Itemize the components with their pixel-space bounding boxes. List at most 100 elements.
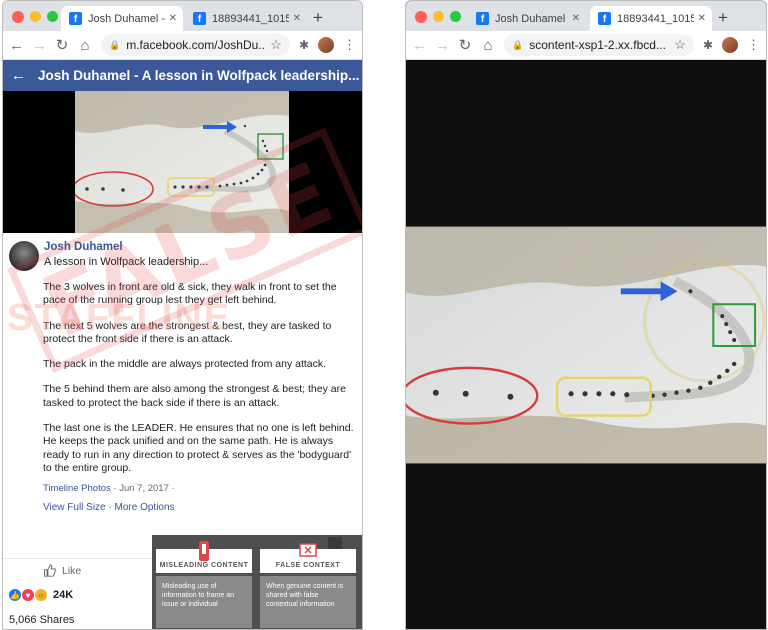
bookmark-star-icon[interactable]: ☆ bbox=[674, 37, 686, 53]
like-button[interactable]: Like bbox=[43, 564, 81, 577]
wolfpack-photo-large[interactable] bbox=[406, 226, 766, 464]
wolfpack-photo[interactable] bbox=[75, 91, 289, 233]
facebook-favicon-icon: f bbox=[193, 12, 206, 25]
zoom-window-button[interactable] bbox=[450, 11, 461, 22]
post-body: Josh Duhamel A lesson in Wolfpack leader… bbox=[3, 233, 362, 513]
lock-icon: 🔒 bbox=[109, 39, 121, 50]
misinformation-legend: MISLEADING CONTENT Misleading use of inf… bbox=[152, 535, 362, 629]
legend-card-description: When genuine content is shared with fals… bbox=[260, 576, 356, 628]
menu-icon[interactable]: ⋮ bbox=[343, 37, 356, 53]
tab-strip: f Josh Duhamel - A ✕ f 18893441_10154 ✕ … bbox=[3, 1, 362, 31]
close-tab-icon[interactable]: ✕ bbox=[293, 13, 301, 24]
minimize-window-button[interactable] bbox=[30, 11, 41, 22]
close-window-button[interactable] bbox=[415, 11, 427, 23]
post-date[interactable]: Jun 7, 2017 bbox=[119, 483, 169, 494]
post-meta: Timeline Photos · Jun 7, 2017 · bbox=[43, 483, 354, 494]
post-header-title: Josh Duhamel - A lesson in Wolfpack lead… bbox=[38, 68, 362, 83]
reactions-summary[interactable]: 👍 ♥ ○ 24K bbox=[9, 589, 73, 601]
home-icon[interactable]: ⌂ bbox=[481, 37, 495, 54]
post-paragraph: The 3 wolves in front are old & sick, th… bbox=[43, 281, 337, 307]
meta-separator: · bbox=[110, 483, 120, 495]
address-bar[interactable]: 🔒 scontent-xsp1-2.xx.fbcd... ☆ bbox=[504, 34, 694, 56]
close-tab-icon[interactable]: ✕ bbox=[169, 13, 177, 24]
profile-avatar[interactable] bbox=[318, 37, 334, 53]
more-options-link[interactable]: More Options bbox=[115, 502, 175, 513]
address-bar[interactable]: 🔒 m.facebook.com/JoshDu... ☆ bbox=[101, 34, 290, 56]
tab-facebook-post[interactable]: f Josh Duhamel - A ✕ bbox=[61, 6, 183, 31]
tab-photo[interactable]: f 18893441_10154 ✕ bbox=[185, 6, 307, 31]
browser-toolbar: ← → ↻ ⌂ 🔒 scontent-xsp1-2.xx.fbcd... ☆ ✱… bbox=[406, 31, 766, 60]
author-name[interactable]: Josh Duhamel bbox=[44, 241, 208, 253]
facebook-favicon-icon: f bbox=[69, 12, 82, 25]
thumbnail-icon bbox=[328, 537, 342, 549]
close-window-button[interactable] bbox=[12, 11, 24, 23]
photo-options: View Full Size · More Options bbox=[43, 502, 354, 513]
minimize-window-button[interactable] bbox=[433, 11, 444, 22]
legend-card-false-context: FALSE CONTEXT When genuine content is sh… bbox=[260, 543, 356, 629]
browser-toolbar: ← → ↻ ⌂ 🔒 m.facebook.com/JoshDu... ☆ ✱ ⋮ bbox=[3, 31, 362, 60]
meta-separator: · bbox=[168, 483, 175, 495]
profile-avatar[interactable] bbox=[722, 37, 738, 53]
shares-count[interactable]: 5,066 Shares bbox=[9, 614, 74, 626]
back-arrow-icon[interactable]: ← bbox=[11, 67, 26, 84]
url-text[interactable]: scontent-xsp1-2.xx.fbcd... bbox=[529, 38, 668, 52]
legend-card-description: Misleading use of information to frame a… bbox=[156, 576, 252, 628]
facebook-favicon-icon: f bbox=[598, 12, 611, 25]
post-header-bar: ← Josh Duhamel - A lesson in Wolfpack le… bbox=[3, 60, 362, 91]
extensions-icon[interactable]: ✱ bbox=[299, 38, 309, 52]
post-paragraph: The next 5 wolves are the strongest & be… bbox=[43, 319, 332, 345]
tab-strip: f Josh Duhamel - A ✕ f 18893441_10154 ✕ … bbox=[406, 1, 766, 31]
legend-card-misleading: MISLEADING CONTENT Misleading use of inf… bbox=[156, 541, 252, 629]
back-icon[interactable]: ← bbox=[412, 37, 427, 54]
tab-title: 18893441_10154 bbox=[212, 12, 289, 25]
lock-icon: 🔒 bbox=[512, 39, 524, 50]
close-tab-icon[interactable]: ✕ bbox=[698, 13, 706, 24]
image-cross-icon bbox=[299, 543, 317, 557]
forward-icon[interactable]: → bbox=[32, 37, 47, 54]
tab-facebook-post[interactable]: f Josh Duhamel - A ✕ bbox=[468, 6, 586, 31]
close-tab-icon[interactable]: ✕ bbox=[572, 13, 580, 24]
post-photo-area bbox=[3, 91, 362, 233]
megaphone-icon bbox=[199, 541, 209, 561]
home-icon[interactable]: ⌂ bbox=[78, 37, 92, 54]
back-icon[interactable]: ← bbox=[9, 37, 24, 54]
facebook-favicon-icon: f bbox=[476, 12, 489, 25]
reaction-count: 24K bbox=[53, 589, 74, 601]
view-full-size-link[interactable]: View Full Size bbox=[43, 502, 106, 513]
tab-photo[interactable]: f 18893441_10154 ✕ bbox=[590, 6, 712, 31]
window-controls bbox=[415, 11, 461, 23]
legend-card-title: FALSE CONTEXT bbox=[275, 562, 341, 569]
post-paragraph: The last one is the LEADER. He ensures t… bbox=[43, 422, 354, 474]
author-row: Josh Duhamel A lesson in Wolfpack leader… bbox=[9, 241, 354, 271]
link-separator: · bbox=[105, 502, 115, 514]
reload-icon[interactable]: ↻ bbox=[458, 36, 472, 54]
post-paragraph: The pack in the middle are always protec… bbox=[43, 358, 327, 371]
zoom-window-button[interactable] bbox=[47, 11, 58, 22]
wow-reaction-icon: ○ bbox=[35, 589, 47, 601]
tab-title: 18893441_10154 bbox=[617, 12, 694, 25]
image-viewer bbox=[406, 60, 766, 629]
forward-icon[interactable]: → bbox=[435, 37, 450, 54]
author-avatar[interactable] bbox=[9, 241, 39, 271]
window-controls bbox=[12, 11, 58, 23]
tab-title: Josh Duhamel - A bbox=[495, 12, 568, 25]
legend-card-title: MISLEADING CONTENT bbox=[159, 562, 249, 569]
url-text[interactable]: m.facebook.com/JoshDu... bbox=[126, 38, 264, 52]
menu-icon[interactable]: ⋮ bbox=[747, 37, 760, 53]
like-reaction-icon: 👍 bbox=[9, 589, 21, 601]
new-tab-button[interactable]: + bbox=[313, 8, 323, 28]
reload-icon[interactable]: ↻ bbox=[55, 36, 69, 54]
thumbs-up-icon bbox=[44, 564, 56, 577]
post-paragraph: The 5 behind them are also among the str… bbox=[43, 383, 346, 409]
love-reaction-icon: ♥ bbox=[22, 589, 34, 601]
right-browser-window: f Josh Duhamel - A ✕ f 18893441_10154 ✕ … bbox=[405, 0, 767, 630]
tab-title: Josh Duhamel - A bbox=[88, 12, 165, 25]
left-browser-window: f Josh Duhamel - A ✕ f 18893441_10154 ✕ … bbox=[2, 0, 363, 630]
extensions-icon[interactable]: ✱ bbox=[703, 38, 713, 52]
post-text: The 3 wolves in front are old & sick, th… bbox=[43, 281, 354, 475]
timeline-photos-link[interactable]: Timeline Photos bbox=[43, 483, 111, 494]
new-tab-button[interactable]: + bbox=[718, 8, 728, 28]
like-label: Like bbox=[62, 564, 82, 577]
bookmark-star-icon[interactable]: ☆ bbox=[270, 37, 282, 53]
post-headline: A lesson in Wolfpack leadership... bbox=[44, 256, 209, 268]
